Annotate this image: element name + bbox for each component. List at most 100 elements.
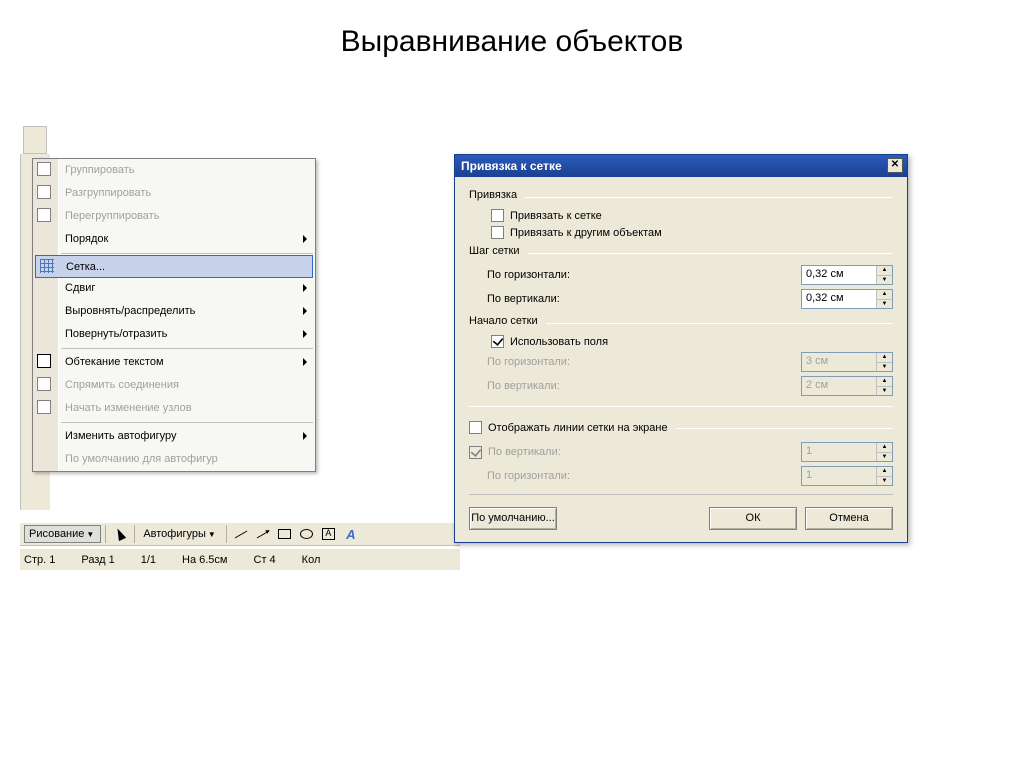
horizontal-spacing-input[interactable]: 0,32 см ▲▼ (801, 265, 893, 285)
toolbar-separator (226, 525, 227, 543)
vertical-toolbar (23, 126, 47, 154)
chevron-right-icon (303, 235, 307, 243)
menu-order[interactable]: Порядок (33, 228, 315, 251)
autoshapes-menu-button[interactable]: Автофигуры▼ (139, 526, 222, 542)
status-page: Стр. 1 (24, 554, 55, 566)
chevron-right-icon (303, 432, 307, 440)
spinner-buttons: ▲▼ (876, 353, 892, 371)
wordart-button[interactable]: A (341, 524, 361, 544)
group-line (546, 323, 893, 324)
menu-label: Спрямить соединения (65, 379, 179, 391)
dialog-body: Привязка Привязать к сетке Привязать к д… (455, 177, 907, 542)
menu-label: Перегруппировать (65, 210, 159, 222)
input-value: 0,32 см (802, 266, 876, 284)
origin-horizontal-label: По горизонтали: (487, 356, 801, 368)
origin-group-label: Начало сетки (469, 315, 538, 327)
menu-align[interactable]: Выровнять/распределить (33, 300, 315, 323)
divider (469, 406, 893, 407)
menu-grid[interactable]: Сетка... (35, 255, 313, 278)
display-gridlines-checkbox[interactable] (469, 421, 482, 434)
snap-group-label: Привязка (469, 189, 517, 201)
status-pages: 1/1 (141, 554, 156, 566)
group-line (676, 428, 893, 429)
toolbar-separator (105, 525, 106, 543)
menu-label: Группировать (65, 164, 135, 176)
arrow-icon (257, 530, 270, 538)
input-value: 0,32 см (802, 290, 876, 308)
close-button[interactable]: ✕ (887, 158, 903, 173)
group-icon (37, 162, 51, 176)
display-vertical-input: 1 ▲▼ (801, 442, 893, 462)
menu-default-autoshape: По умолчанию для автофигур (33, 448, 315, 471)
display-horizontal-input: 1 ▲▼ (801, 466, 893, 486)
textbox-button[interactable] (319, 524, 339, 544)
rectangle-icon (278, 529, 291, 539)
ungroup-icon (37, 185, 51, 199)
menu-reroute: Спрямить соединения (33, 374, 315, 397)
input-value: 1 (802, 467, 876, 485)
origin-vertical-input: 2 см ▲▼ (801, 376, 893, 396)
group-line (525, 197, 893, 198)
rectangle-button[interactable] (275, 524, 295, 544)
menu-change-autoshape[interactable]: Изменить автофигуру (33, 425, 315, 448)
default-button[interactable]: По умолчанию... (469, 507, 557, 530)
grid-icon (40, 259, 54, 273)
menu-label: Обтекание текстом (65, 356, 164, 368)
spinner-buttons[interactable]: ▲▼ (876, 266, 892, 284)
spinner-buttons: ▲▼ (876, 443, 892, 461)
vertical-spacing-label: По вертикали: (487, 293, 801, 305)
toolbar-separator (134, 525, 135, 543)
menu-nudge[interactable]: Сдвиг (33, 277, 315, 300)
status-section: Разд 1 (81, 554, 114, 566)
drawing-menu-button[interactable]: Рисование▼ (24, 525, 101, 543)
line-button[interactable] (231, 524, 251, 544)
grid-settings-dialog: Привязка к сетке ✕ Привязка Привязать к … (454, 154, 908, 543)
vertical-spacing-input[interactable]: 0,32 см ▲▼ (801, 289, 893, 309)
menu-textwrap[interactable]: Обтекание текстом (33, 351, 315, 374)
chevron-down-icon: ▼ (206, 530, 218, 539)
select-objects-button[interactable] (110, 524, 130, 544)
autoshapes-label: Автофигуры (143, 528, 206, 540)
menu-editpoints: Начать изменение узлов (33, 397, 315, 420)
cancel-button[interactable]: Отмена (805, 507, 893, 530)
menu-label: Выровнять/распределить (65, 305, 195, 317)
status-line: Ст 4 (254, 554, 276, 566)
spinner-buttons[interactable]: ▲▼ (876, 290, 892, 308)
drawing-label: Рисование (29, 528, 84, 540)
spinner-buttons: ▲▼ (876, 467, 892, 485)
display-gridlines-label: Отображать линии сетки на экране (488, 422, 668, 434)
menu-label: Изменить автофигуру (65, 430, 177, 442)
menu-label: Начать изменение узлов (65, 402, 192, 414)
use-fields-checkbox[interactable] (491, 335, 504, 348)
chevron-right-icon (303, 284, 307, 292)
menu-separator (61, 253, 313, 254)
chevron-right-icon (303, 307, 307, 315)
textwrap-icon (37, 354, 51, 368)
menu-label: Сдвиг (65, 282, 95, 294)
status-at: На 6.5см (182, 554, 227, 566)
input-value: 3 см (802, 353, 876, 371)
arrow-button[interactable] (253, 524, 273, 544)
menu-group: Группировать (33, 159, 315, 182)
ok-button[interactable]: ОК (709, 507, 797, 530)
menu-label: Разгруппировать (65, 187, 151, 199)
origin-horizontal-input: 3 см ▲▼ (801, 352, 893, 372)
snap-to-objects-label: Привязать к другим объектам (510, 227, 662, 239)
oval-icon (300, 529, 313, 539)
menu-rotate[interactable]: Повернуть/отразить (33, 323, 315, 346)
menu-ungroup: Разгруппировать (33, 182, 315, 205)
input-value: 2 см (802, 377, 876, 395)
cursor-icon (114, 527, 126, 541)
snap-to-grid-checkbox[interactable] (491, 209, 504, 222)
straighten-icon (37, 377, 51, 391)
oval-button[interactable] (297, 524, 317, 544)
chevron-right-icon (303, 330, 307, 338)
dialog-titlebar: Привязка к сетке ✕ (455, 155, 907, 177)
menu-regroup: Перегруппировать (33, 205, 315, 228)
snap-to-objects-checkbox[interactable] (491, 226, 504, 239)
line-icon (235, 530, 248, 538)
drawing-toolbar: Рисование▼ Автофигуры▼ A (20, 522, 460, 546)
menu-label: Повернуть/отразить (65, 328, 167, 340)
input-value: 1 (802, 443, 876, 461)
display-vertical-checkbox (469, 446, 482, 459)
